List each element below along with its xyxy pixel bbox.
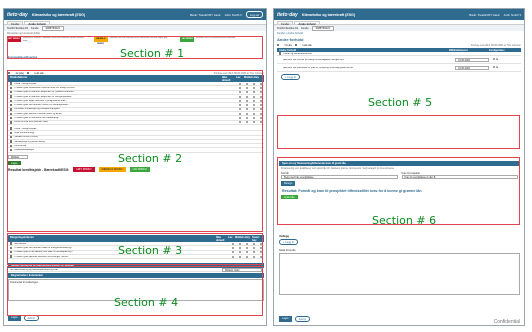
- tab-kunder-right[interactable]: Kunder: [277, 21, 294, 26]
- confidential-label: Confidential: [493, 319, 520, 325]
- tab-andre-forhold[interactable]: Andre forhold: [24, 21, 50, 26]
- section-label-4: Section # 4: [114, 296, 179, 309]
- other-rows: Bedriften har kontroll på utslipp av kli…: [277, 56, 521, 73]
- notes-label: Notat til kunde: [279, 249, 296, 252]
- section-label-6: Section # 6: [372, 214, 437, 227]
- toolbar-customer-label: Kunde: [31, 26, 39, 30]
- other-row: Bedriften har kontroll på utslipp av kli…: [277, 56, 521, 65]
- col-date: Blikk/dato/post: [449, 48, 468, 52]
- nav-user-right[interactable]: John Smith ▾: [504, 13, 521, 17]
- status-value: Ja: [495, 59, 499, 62]
- nav-bank-right[interactable]: Bank: TietoEVRY bank: [469, 13, 499, 17]
- status-radio[interactable]: Ja: [489, 58, 519, 61]
- customer-number-select[interactable]: 9988766624: [41, 25, 64, 31]
- bottom-cancel-button-right[interactable]: Avbryt: [294, 316, 310, 322]
- page-title-right: Andre forhold: [277, 37, 304, 42]
- section-box-2: [7, 70, 263, 232]
- top-navbar: tieto·day Klimarisiko og bærekraft (ESG)…: [4, 9, 266, 20]
- other-table-header: Andre forhold Blikk/dato/post Ferdigstat…: [277, 48, 521, 52]
- other-row-text: Bedriften har utarbeidet en plan for oms…: [283, 66, 354, 69]
- checkbox-icon[interactable]: [277, 43, 280, 47]
- toolbar-company: TestFinTextiles AS: [7, 26, 29, 30]
- bottom-save-button-right[interactable]: Lagre: [279, 316, 292, 322]
- other-table-body: Klima- og bærekraftsforhold Bedriften ha…: [277, 52, 521, 82]
- nav-bank[interactable]: Bank: TietoEVRY bank: [190, 13, 220, 17]
- add-attachment-button[interactable]: + Legg til: [279, 239, 298, 245]
- col-other: Andre forhold: [279, 48, 297, 52]
- app-title: Klimarisiko og bærekraft (ESG): [31, 12, 86, 17]
- col-status: Ferdigstatus: [489, 48, 505, 52]
- section-label-1: Section # 1: [120, 47, 185, 60]
- toggle-all-right[interactable]: Vis alle: [284, 44, 292, 47]
- customer-number-select-right[interactable]: 9988766624: [311, 25, 334, 31]
- checkbox-icon[interactable]: [295, 43, 298, 47]
- top-navbar-right: tieto·day Klimarisiko og bærekraft (ESG)…: [274, 9, 524, 20]
- group-title: Klima- og bærekraftsforhold: [283, 52, 312, 55]
- logout-button[interactable]: Log ud: [245, 11, 263, 18]
- app-logo-right: tieto·day: [277, 11, 298, 18]
- toggle-close-right[interactable]: Lukk alle: [302, 44, 311, 47]
- other-row-text: Bedriften har kontroll på utslipp av kli…: [283, 58, 345, 61]
- status-radio[interactable]: Ja: [489, 66, 519, 69]
- tab-kunder[interactable]: Kunder: [7, 21, 24, 26]
- section-box-5: [277, 115, 520, 149]
- app-logo: tieto·day: [7, 11, 28, 18]
- bottom-actions-right: Lagre Avbryt: [279, 316, 310, 322]
- toggle-row-right: Vis alle Lukk alle Fordyse ved siffert 0…: [274, 43, 524, 47]
- toolbar-customer-label-right: Kunde: [301, 26, 309, 30]
- tab-andre-forhold-right[interactable]: Andre forhold: [294, 21, 320, 26]
- section-label-3: Section # 3: [118, 244, 183, 257]
- section-label-2: Section # 2: [118, 152, 183, 165]
- toolbar-company-right: TestFinTextiles AS: [277, 26, 299, 30]
- attachments-block: Vedlegg + Legg til Notat til kunde: [279, 235, 520, 296]
- status-value: Ja: [495, 67, 499, 70]
- date-field[interactable]: 01.06.2020: [455, 65, 489, 70]
- notes-textarea[interactable]: [279, 253, 520, 295]
- section-label-5: Section # 5: [368, 96, 433, 109]
- other-row: Bedriften har utarbeidet en plan for oms…: [277, 64, 521, 73]
- add-row-link[interactable]: + Legg til: [281, 74, 300, 81]
- nav-user[interactable]: John Smith ▾: [224, 13, 241, 17]
- signed-hint-right: Fordyse ved siffert 08.06.2020 av Tom Jo…: [470, 43, 521, 47]
- date-field[interactable]: 01.06.2020: [455, 57, 489, 62]
- checkbox-icon[interactable]: [279, 52, 282, 55]
- app-title-right: Klimarisiko og bærekraft (ESG): [301, 12, 356, 17]
